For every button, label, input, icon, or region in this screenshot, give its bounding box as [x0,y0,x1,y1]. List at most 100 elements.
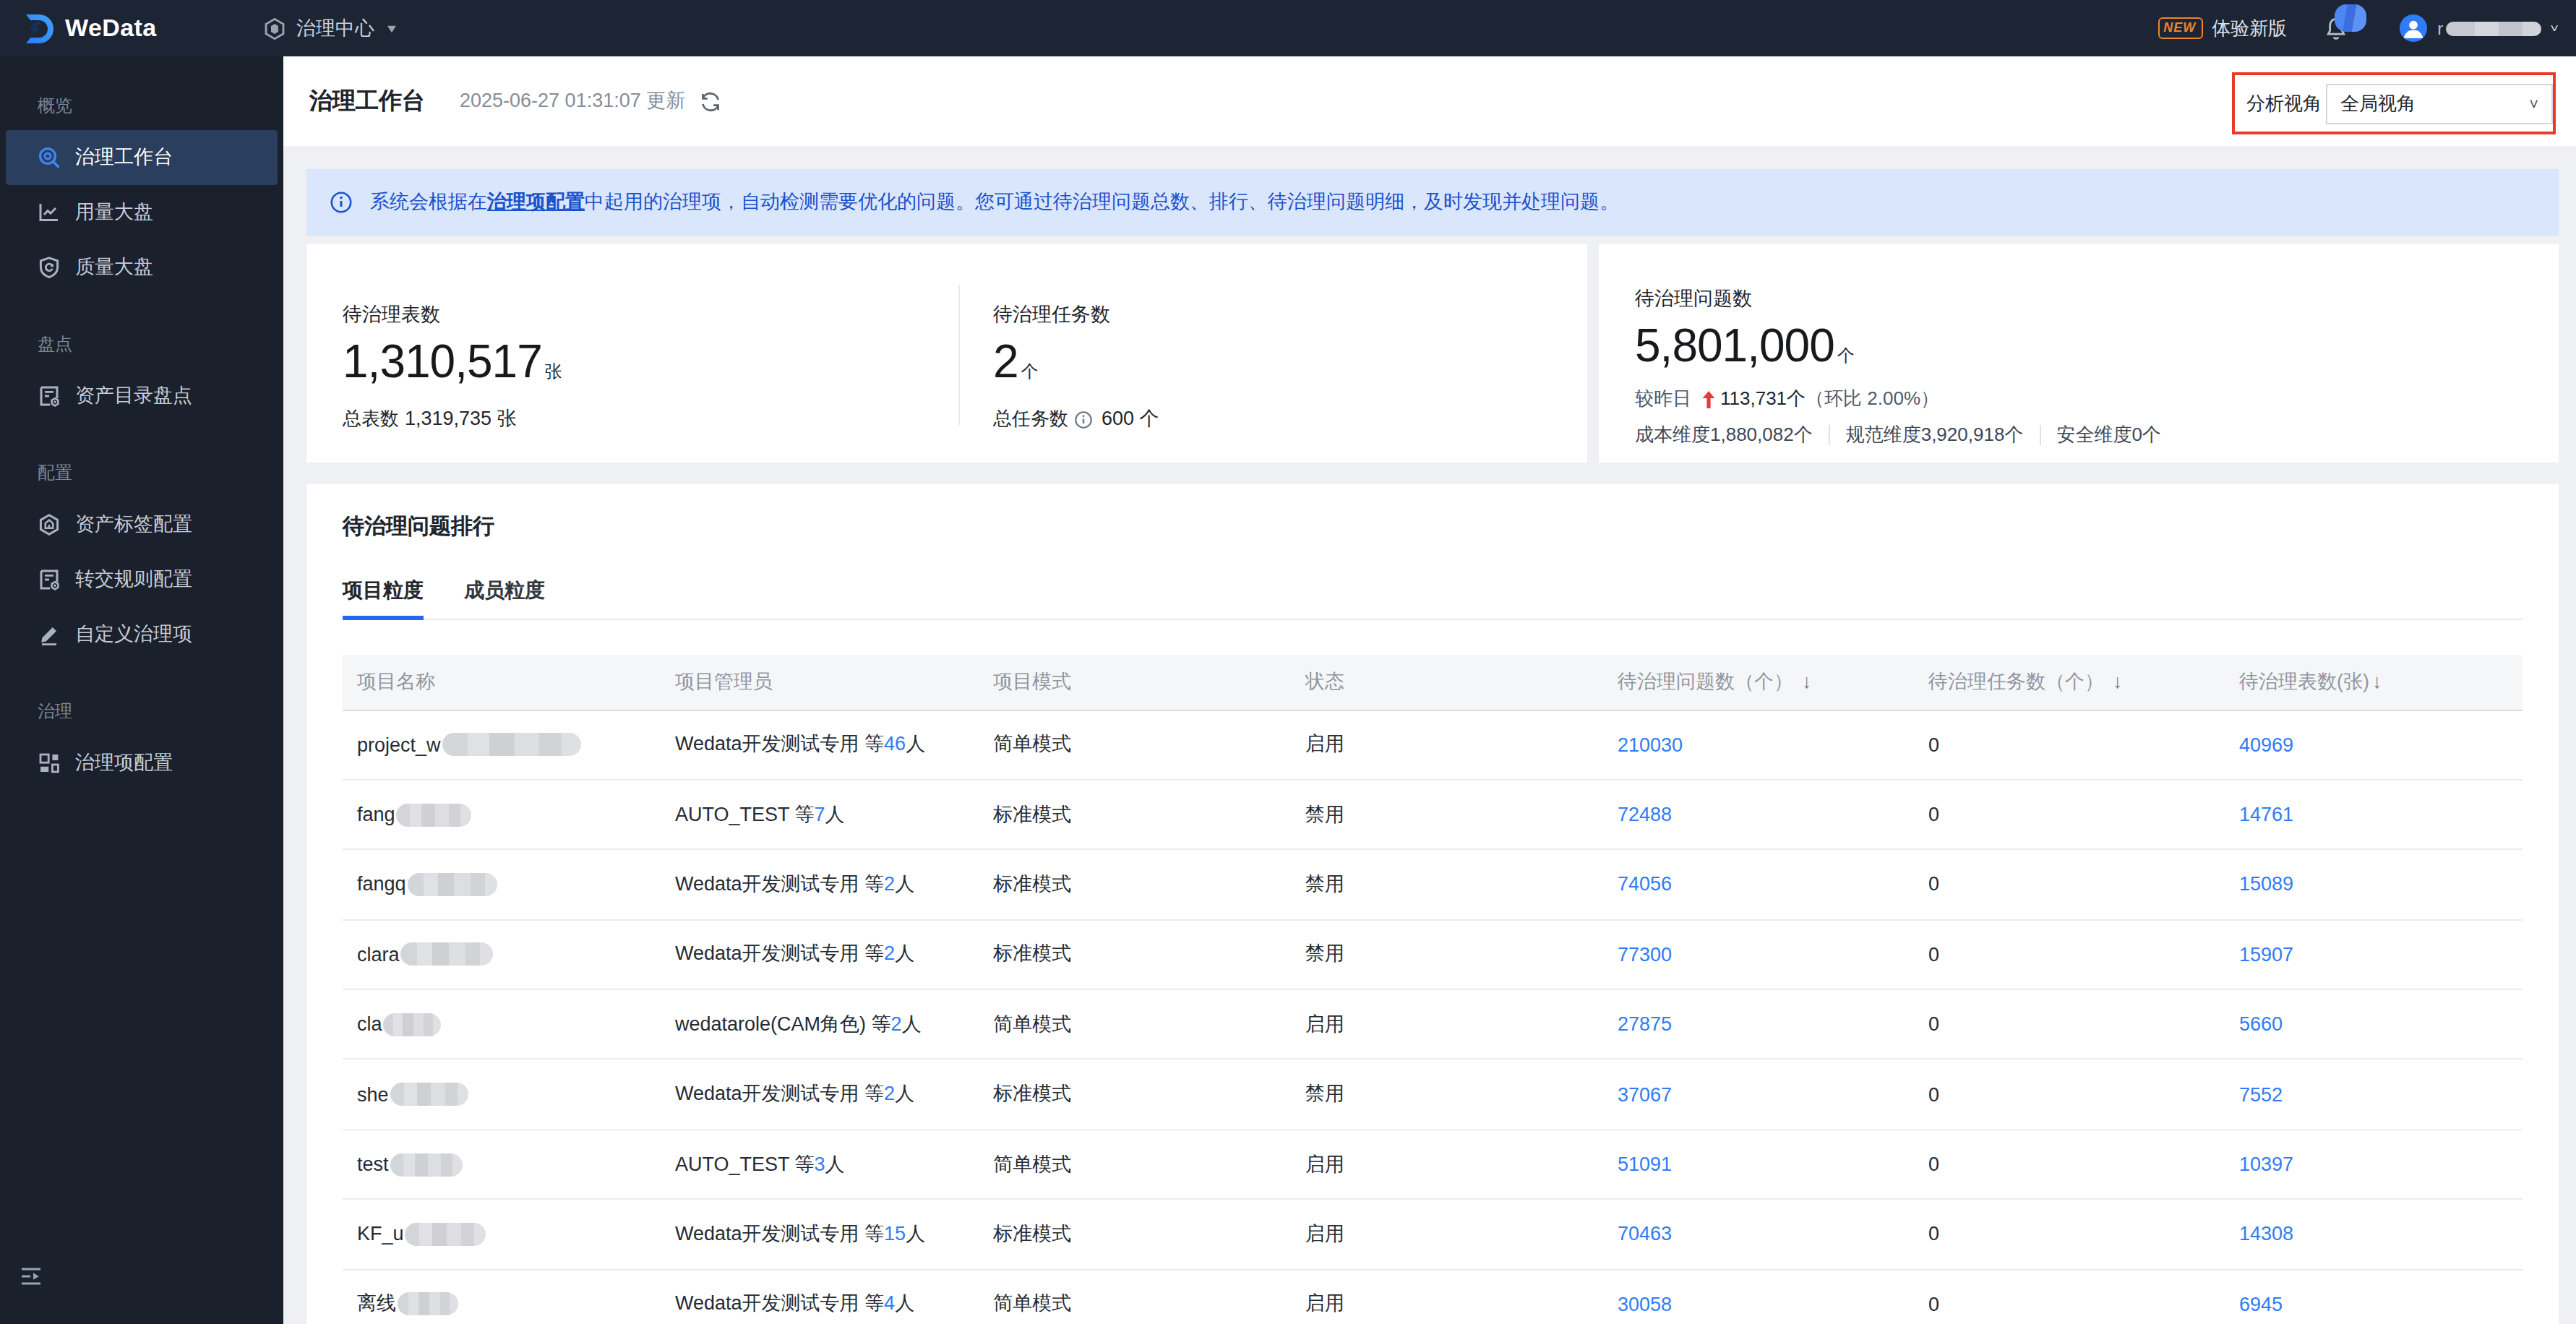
tables-count-link[interactable]: 10397 [2239,1153,2293,1175]
project-manager: Wedata开发测试专用 等2人 [661,1059,979,1130]
chevron-down-icon: ▼ [385,22,399,35]
tasks-count: 0 [1914,989,2225,1059]
notification-badge [2335,4,2366,31]
tab-member-granularity[interactable]: 成员粒度 [464,578,545,619]
sidebar-section-inventory: 盘点 [0,321,283,369]
stats-card-issues: 待治理问题数 5,801,000 个 较昨日 113,731个 （环比 2.00… [1599,244,2559,463]
project-manager: Wedata开发测试专用 等2人 [661,919,979,989]
tasks-count: 0 [1914,1059,2225,1130]
project-status: 禁用 [1291,850,1603,920]
tasks-count: 0 [1914,1269,2225,1324]
governance-item-config-link[interactable]: 治理项配置 [487,191,585,212]
project-mode: 标准模式 [979,1059,1291,1130]
stats-card-tables-tasks: 待治理表数 1,310,517 张 总表数 1,319,735 张 待治理任务数 [306,244,1587,463]
tables-count-link[interactable]: 14761 [2239,804,2293,825]
ranking-tabs: 项目粒度 成员粒度 [343,578,2523,620]
logo[interactable]: WeData [0,11,263,46]
col-issues[interactable]: 待治理问题数（个）↓ [1603,655,1914,710]
issues-count-link[interactable]: 72488 [1618,804,1672,825]
project-status: 启用 [1291,1130,1603,1200]
sidebar-section-governance: 治理 [0,688,283,736]
issues-count-link[interactable]: 210030 [1618,734,1683,755]
sidebar-item-usage-dashboard[interactable]: 用量大盘 [6,185,278,240]
project-name: 离线 [357,1291,396,1317]
project-mode: 标准模式 [979,780,1291,850]
try-new-version-link[interactable]: 体验新版 [2212,15,2287,41]
notifications-button[interactable] [2324,15,2348,41]
sidebar-item-governance-item-config[interactable]: 治理项配置 [6,736,278,791]
username-prefix: r [2437,18,2443,38]
tables-count-link[interactable]: 40969 [2239,734,2293,755]
table-row: fang AUTO_TEST 等7人 标准模式 禁用 72488 0 14761 [343,780,2523,850]
refresh-button[interactable] [700,90,721,112]
sort-desc-icon[interactable]: ↓ [1802,671,1812,692]
stat-label: 待治理任务数 [993,302,1159,328]
sidebar-item-custom-governance[interactable]: 自定义治理项 [6,607,278,662]
transfer-rule-icon [38,568,61,591]
tables-count-link[interactable]: 7552 [2239,1083,2283,1105]
project-status: 启用 [1291,989,1603,1059]
tab-project-granularity[interactable]: 项目粒度 [343,578,424,619]
new-badge: NEW [2158,18,2203,39]
issues-count-link[interactable]: 70463 [1618,1224,1672,1245]
sort-desc-icon[interactable]: ↓ [2372,671,2382,692]
issues-count-link[interactable]: 51091 [1618,1153,1672,1175]
project-name-redacted [390,1083,468,1106]
collapse-sidebar-icon [22,1268,40,1285]
project-manager: Wedata开发测试专用 等15人 [661,1199,979,1269]
analysis-view-select[interactable]: 全局视角 ˅ [2326,83,2553,124]
custom-governance-icon [38,623,61,646]
table-row: fangq Wedata开发测试专用 等2人 标准模式 禁用 74056 0 1… [343,850,2523,920]
banner-text: 系统会根据在治理项配置中起用的治理项，自动检测需要优化的问题。您可通过待治理问题… [370,189,1619,215]
col-tasks[interactable]: 待治理任务数（个）↓ [1914,655,2225,710]
col-project-name[interactable]: 项目名称 [343,655,661,710]
tables-count-link[interactable]: 6945 [2239,1294,2283,1315]
sidebar-item-quality-dashboard[interactable]: 质量大盘 [6,240,278,295]
project-name-redacted [408,873,497,896]
issues-count-link[interactable]: 37067 [1618,1083,1672,1105]
tables-count-link[interactable]: 15907 [2239,944,2293,966]
issues-count-link[interactable]: 77300 [1618,944,1672,966]
stat-total-value: 600 个 [1102,406,1159,432]
col-tables[interactable]: 待治理表数(张)↓ [2225,655,2523,710]
col-project-manager[interactable]: 项目管理员 [661,655,979,710]
project-name-redacted [398,1293,458,1316]
project-name-redacted [390,1153,463,1176]
tables-count-link[interactable]: 5660 [2239,1014,2283,1036]
project-mode: 标准模式 [979,850,1291,920]
nav-label: 治理中心 [296,15,374,41]
info-icon[interactable] [1074,410,1093,429]
sidebar-section-overview: 概览 [0,82,283,130]
governance-workbench-icon [38,146,61,169]
sidebar-item-asset-tag-config[interactable]: 资产标签配置 [6,497,278,552]
project-status: 禁用 [1291,780,1603,850]
sidebar-item-transfer-rule-config[interactable]: 转交规则配置 [6,552,278,607]
tables-count-link[interactable]: 14308 [2239,1224,2293,1245]
sort-desc-icon[interactable]: ↓ [2113,671,2123,692]
analysis-view-label: 分析视角 [2246,90,2322,116]
ranking-card: 待治理问题排行 项目粒度 成员粒度 项目名称 项目管理员 项目模式 状态 待治理… [306,484,2559,1324]
sidebar-item-asset-catalog[interactable]: 资产目录盘点 [6,369,278,424]
issues-count-link[interactable]: 30058 [1618,1294,1672,1315]
project-name: clara [357,944,400,966]
collapse-sidebar-button[interactable] [22,1265,40,1291]
delta-row: 较昨日 113,731个 （环比 2.00%） [1635,386,2559,412]
stat-value-tasks: 2 [993,335,1018,389]
col-project-mode[interactable]: 项目模式 [979,655,1291,710]
issues-count-link[interactable]: 74056 [1618,874,1672,895]
project-manager: Wedata开发测试专用 等2人 [661,850,979,920]
issues-count-link[interactable]: 27875 [1618,1014,1672,1036]
ranking-title: 待治理问题排行 [343,513,2523,541]
user-chevron-down-icon[interactable]: ˅ [2550,22,2559,35]
dimension-breakdown: 成本维度1,880,082个 规范维度3,920,918个 安全维度0个 [1635,422,2559,448]
avatar[interactable] [2400,14,2427,42]
sidebar-item-governance-workbench[interactable]: 治理工作台 [6,130,278,185]
stat-total-value: 1,319,735 张 [405,406,517,432]
project-name: she [357,1083,389,1105]
project-mode: 简单模式 [979,989,1291,1059]
nav-governance-center[interactable]: 治理中心 ▼ [263,15,399,41]
col-status[interactable]: 状态 [1291,655,1603,710]
tables-count-link[interactable]: 15089 [2239,874,2293,895]
sidebar: 概览 治理工作台 用量大盘 [0,56,283,1324]
asset-tag-icon [38,513,61,536]
